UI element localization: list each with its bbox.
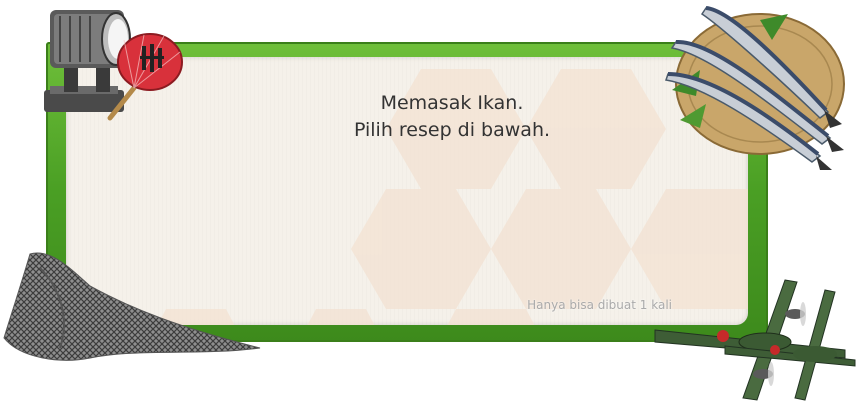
aircraft-icon [654, 279, 856, 401]
fishing-net-icon [3, 252, 261, 361]
saury-fish-plate-icon [665, 6, 845, 170]
uchiwa-fan-icon [107, 33, 183, 121]
